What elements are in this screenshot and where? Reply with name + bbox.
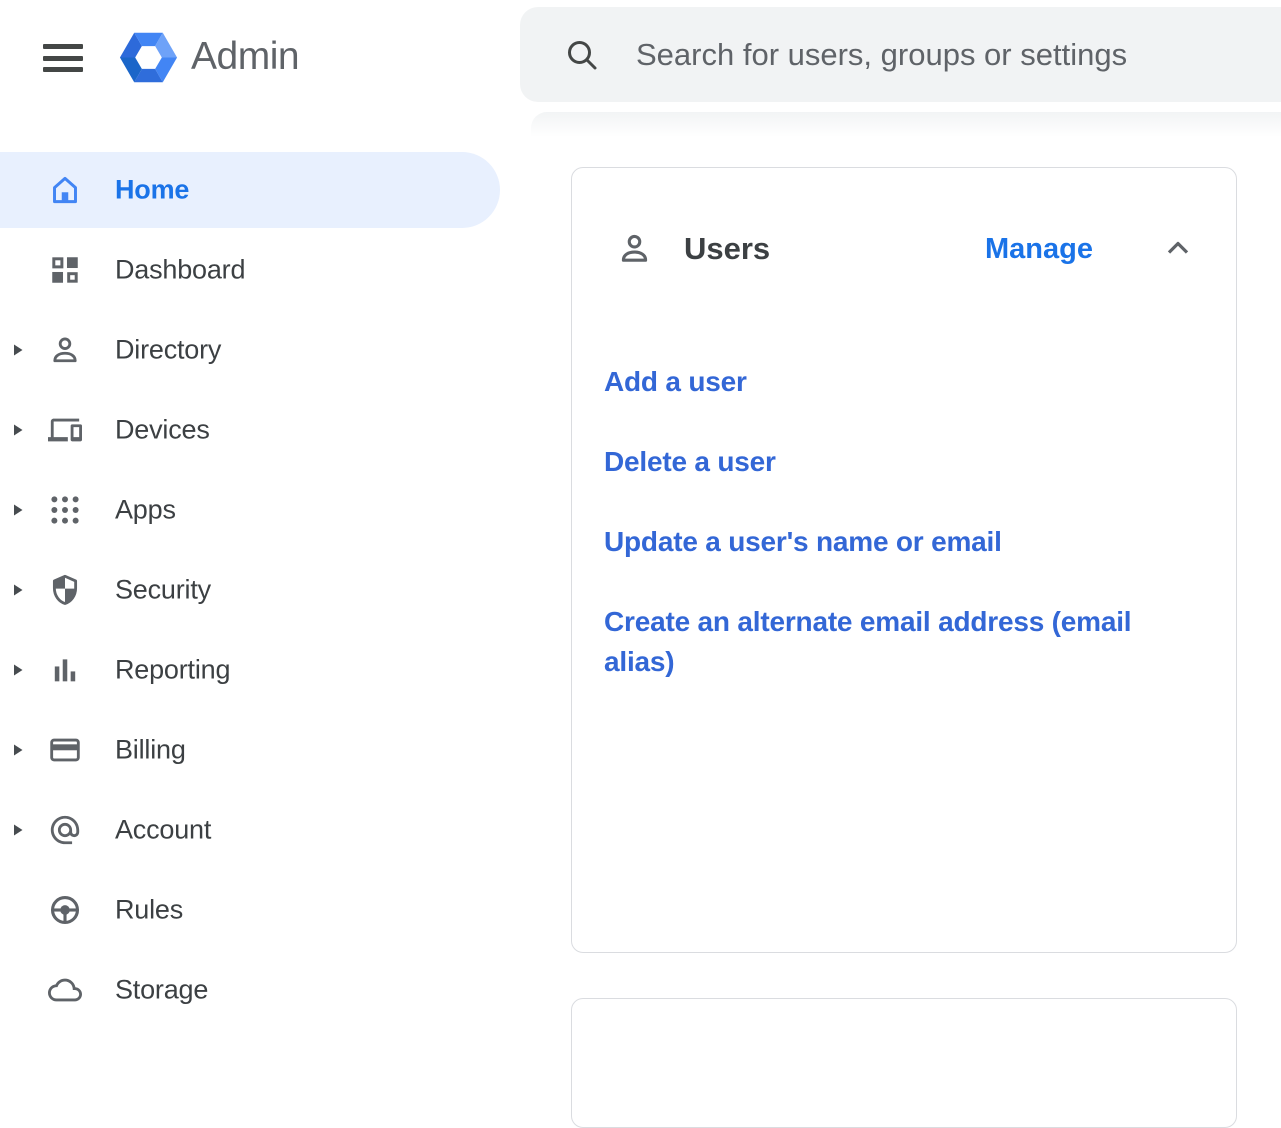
quick-link[interactable]: Create an alternate email address (email… xyxy=(604,602,1204,682)
sidebar-item-label: Devices xyxy=(115,415,210,446)
search-bar[interactable] xyxy=(520,7,1281,102)
person-icon xyxy=(616,230,653,267)
sidebar-item-label: Apps xyxy=(115,495,176,526)
at-sign-icon xyxy=(48,813,82,847)
sidebar-item-directory[interactable]: Directory xyxy=(0,310,520,390)
expand-arrow-icon[interactable] xyxy=(12,502,24,518)
quick-link[interactable]: Delete a user xyxy=(604,442,1204,482)
content-scroll-fade xyxy=(531,112,1281,140)
cloud-icon xyxy=(48,973,82,1007)
sidebar-item-label: Directory xyxy=(115,335,221,366)
sidebar-item-label: Dashboard xyxy=(115,255,245,286)
sidebar-item-reporting[interactable]: Reporting xyxy=(0,630,520,710)
expand-arrow-icon[interactable] xyxy=(12,662,24,678)
sidebar-item-label: Rules xyxy=(115,895,183,926)
credit-card-icon xyxy=(48,733,82,767)
sidebar-item-label: Security xyxy=(115,575,211,606)
users-card-title: Users xyxy=(684,229,770,269)
dashboard-icon xyxy=(48,253,82,287)
hamburger-menu-button[interactable] xyxy=(43,44,83,72)
users-quick-links: Add a user Delete a user Update a user's n… xyxy=(604,362,1204,722)
search-icon xyxy=(564,37,600,73)
quick-link[interactable]: Add a user xyxy=(604,362,1204,402)
expand-arrow-icon[interactable] xyxy=(12,582,24,598)
sidebar-item-label: Reporting xyxy=(115,655,230,686)
quick-link[interactable]: Update a user's name or email xyxy=(604,522,1204,562)
chevron-up-icon xyxy=(1162,232,1194,264)
sidebar-navigation: Home Dashboard Directory Devices Apps Securit… xyxy=(0,150,520,1030)
manage-link[interactable]: Manage xyxy=(985,229,1093,269)
expand-arrow-icon[interactable] xyxy=(12,742,24,758)
sidebar-item-apps[interactable]: Apps xyxy=(0,470,520,550)
steering-wheel-icon xyxy=(48,893,82,927)
person-icon xyxy=(48,333,82,367)
top-bar: Admin xyxy=(0,0,1281,112)
expand-arrow-icon[interactable] xyxy=(12,342,24,358)
sidebar-item-label: Billing xyxy=(115,735,186,766)
shield-icon xyxy=(48,573,82,607)
sidebar-item-label: Storage xyxy=(115,975,208,1006)
sidebar-item-devices[interactable]: Devices xyxy=(0,390,520,470)
sidebar-item-security[interactable]: Security xyxy=(0,550,520,630)
search-input[interactable] xyxy=(636,37,1236,73)
sidebar-item-label: Account xyxy=(115,815,211,846)
app-title: Admin xyxy=(191,34,299,80)
sidebar-item-label: Home xyxy=(115,175,189,206)
admin-logo-icon xyxy=(119,28,178,87)
sidebar-item-rules[interactable]: Rules xyxy=(0,870,520,950)
collapse-card-button[interactable] xyxy=(1162,232,1194,264)
sidebar-item-billing[interactable]: Billing xyxy=(0,710,520,790)
users-card: Users Manage Add a user Delete a user Upda… xyxy=(571,167,1237,953)
devices-icon xyxy=(48,413,82,447)
sidebar-item-account[interactable]: Account xyxy=(0,790,520,870)
expand-arrow-icon[interactable] xyxy=(12,422,24,438)
next-card-partial xyxy=(571,998,1237,1128)
sidebar-item-storage[interactable]: Storage xyxy=(0,950,520,1030)
sidebar-item-dashboard[interactable]: Dashboard xyxy=(0,230,520,310)
apps-grid-icon xyxy=(48,493,82,527)
bar-chart-icon xyxy=(48,653,82,687)
home-icon xyxy=(48,173,82,207)
expand-arrow-icon[interactable] xyxy=(12,822,24,838)
sidebar-item-home[interactable]: Home xyxy=(0,150,520,230)
